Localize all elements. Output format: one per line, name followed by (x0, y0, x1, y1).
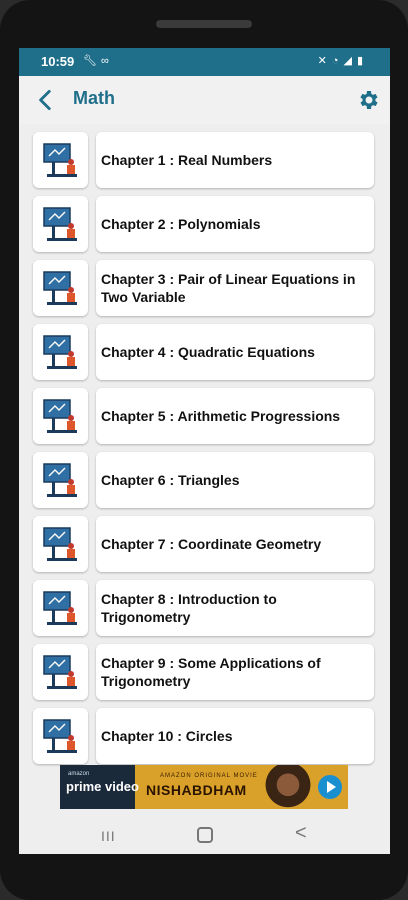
ad-image (260, 765, 316, 809)
ad-brand: prime video (66, 779, 139, 794)
play-icon[interactable] (318, 775, 342, 799)
page-title: Math (73, 88, 115, 108)
status-left-icons: 🔧︎∞ (83, 54, 113, 67)
chapter-thumbnail (33, 132, 88, 188)
list-item[interactable]: Chapter 7 : Coordinate Geometry (33, 516, 376, 572)
chapter-label: Chapter 2 : Polynomials (101, 216, 261, 232)
chapter-thumbnail (33, 516, 88, 572)
chapter-card[interactable]: Chapter 3 : Pair of Linear Equations in … (96, 260, 374, 316)
chapter-card[interactable]: Chapter 6 : Triangles (96, 452, 374, 508)
teacher-board-icon (43, 271, 77, 305)
list-item[interactable]: Chapter 4 : Quadratic Equations (33, 324, 376, 380)
ad-banner[interactable]: amazon prime video AMAZON ORIGINAL MOVIE… (60, 765, 348, 809)
chapter-thumbnail (33, 324, 88, 380)
chapter-thumbnail (33, 644, 88, 700)
list-item[interactable]: Chapter 5 : Arithmetic Progressions (33, 388, 376, 444)
teacher-board-icon (43, 399, 77, 433)
chapter-label: Chapter 3 : Pair of Linear Equations in … (101, 271, 356, 305)
chapter-card[interactable]: Chapter 7 : Coordinate Geometry (96, 516, 374, 572)
wrench-icon: 🔧︎ (83, 55, 101, 67)
chapter-label: Chapter 9 : Some Applications of Trigono… (101, 655, 321, 689)
chapter-thumbnail (33, 452, 88, 508)
list-item[interactable]: Chapter 9 : Some Applications of Trigono… (33, 644, 376, 700)
chapter-label: Chapter 6 : Triangles (101, 472, 240, 488)
chapter-card[interactable]: Chapter 1 : Real Numbers (96, 132, 374, 188)
teacher-board-icon (43, 655, 77, 689)
recent-apps-button[interactable]: III (101, 828, 116, 844)
chapter-thumbnail (33, 196, 88, 252)
nav-back-button[interactable]: < (295, 822, 307, 845)
ad-movie-title: NISHABDHAM (146, 782, 247, 798)
chapter-card[interactable]: Chapter 2 : Polynomials (96, 196, 374, 252)
ad-brand-top: amazon (68, 771, 90, 777)
mute-icon: ✕ (317, 55, 332, 67)
chapter-thumbnail (33, 580, 88, 636)
teacher-board-icon (43, 207, 77, 241)
chapter-thumbnail (33, 388, 88, 444)
chapter-card[interactable]: Chapter 9 : Some Applications of Trigono… (96, 644, 374, 700)
app-bar: Math (19, 76, 390, 124)
chapter-label: Chapter 8 : Introduction to Trigonometry (101, 591, 277, 625)
list-item[interactable]: Chapter 10 : Circles (33, 708, 376, 764)
status-bar: 10:59 🔧︎∞ ✕◔◢▮ (19, 48, 390, 76)
list-item[interactable]: Chapter 3 : Pair of Linear Equations in … (33, 260, 376, 316)
teacher-board-icon (43, 335, 77, 369)
teacher-board-icon (43, 143, 77, 177)
phone-frame: 10:59 🔧︎∞ ✕◔◢▮ Math Chapter 1: Real Num… (0, 0, 408, 900)
phone-speaker (156, 20, 252, 28)
teacher-board-icon (43, 463, 77, 497)
link-icon: ∞ (100, 55, 113, 67)
chapter-thumbnail (33, 708, 88, 764)
list-item[interactable]: Chapter 1 : Real Numbers (33, 132, 376, 188)
status-time: 10:59 (41, 54, 75, 69)
system-nav-bar: III < (19, 818, 390, 854)
chapter-label: Chapter 10 : Circles (101, 728, 233, 744)
chapter-card[interactable]: Chapter 4 : Quadratic Equations (96, 324, 374, 380)
list-item[interactable]: Chapter 8 : Introduction to Trigonometry (33, 580, 376, 636)
back-arrow-icon[interactable] (33, 87, 59, 113)
status-right-icons: ✕◔◢▮ (318, 54, 368, 67)
chapter-label: Chapter 4 : Quadratic Equations (101, 344, 315, 360)
teacher-board-icon (43, 591, 77, 625)
chapter-label: Chapter 5 : Arithmetic Progressions (101, 408, 341, 424)
list-item[interactable]: Chapter 6 : Triangles (33, 452, 376, 508)
chapter-label: Chapter 7 : Coordinate Geometry (101, 536, 322, 552)
list-item[interactable]: Chapter 2 : Polynomials (33, 196, 376, 252)
signal-icon: ◢ (343, 55, 357, 67)
teacher-board-icon (43, 719, 77, 753)
chapter-thumbnail (33, 260, 88, 316)
wifi-icon: ◔ (331, 55, 344, 67)
battery-icon: ▮ (356, 55, 368, 67)
ad-tagline: AMAZON ORIGINAL MOVIE (160, 773, 258, 779)
chapter-label: Chapter 1 : Real Numbers (101, 152, 273, 168)
chapter-card[interactable]: Chapter 10 : Circles (96, 708, 374, 764)
home-button[interactable] (197, 827, 213, 843)
chapter-card[interactable]: Chapter 5 : Arithmetic Progressions (96, 388, 374, 444)
screen: 10:59 🔧︎∞ ✕◔◢▮ Math Chapter 1: Real Num… (19, 48, 390, 854)
teacher-board-icon (43, 527, 77, 561)
gear-icon[interactable] (356, 88, 380, 112)
chapter-card[interactable]: Chapter 8 : Introduction to Trigonometry (96, 580, 374, 636)
